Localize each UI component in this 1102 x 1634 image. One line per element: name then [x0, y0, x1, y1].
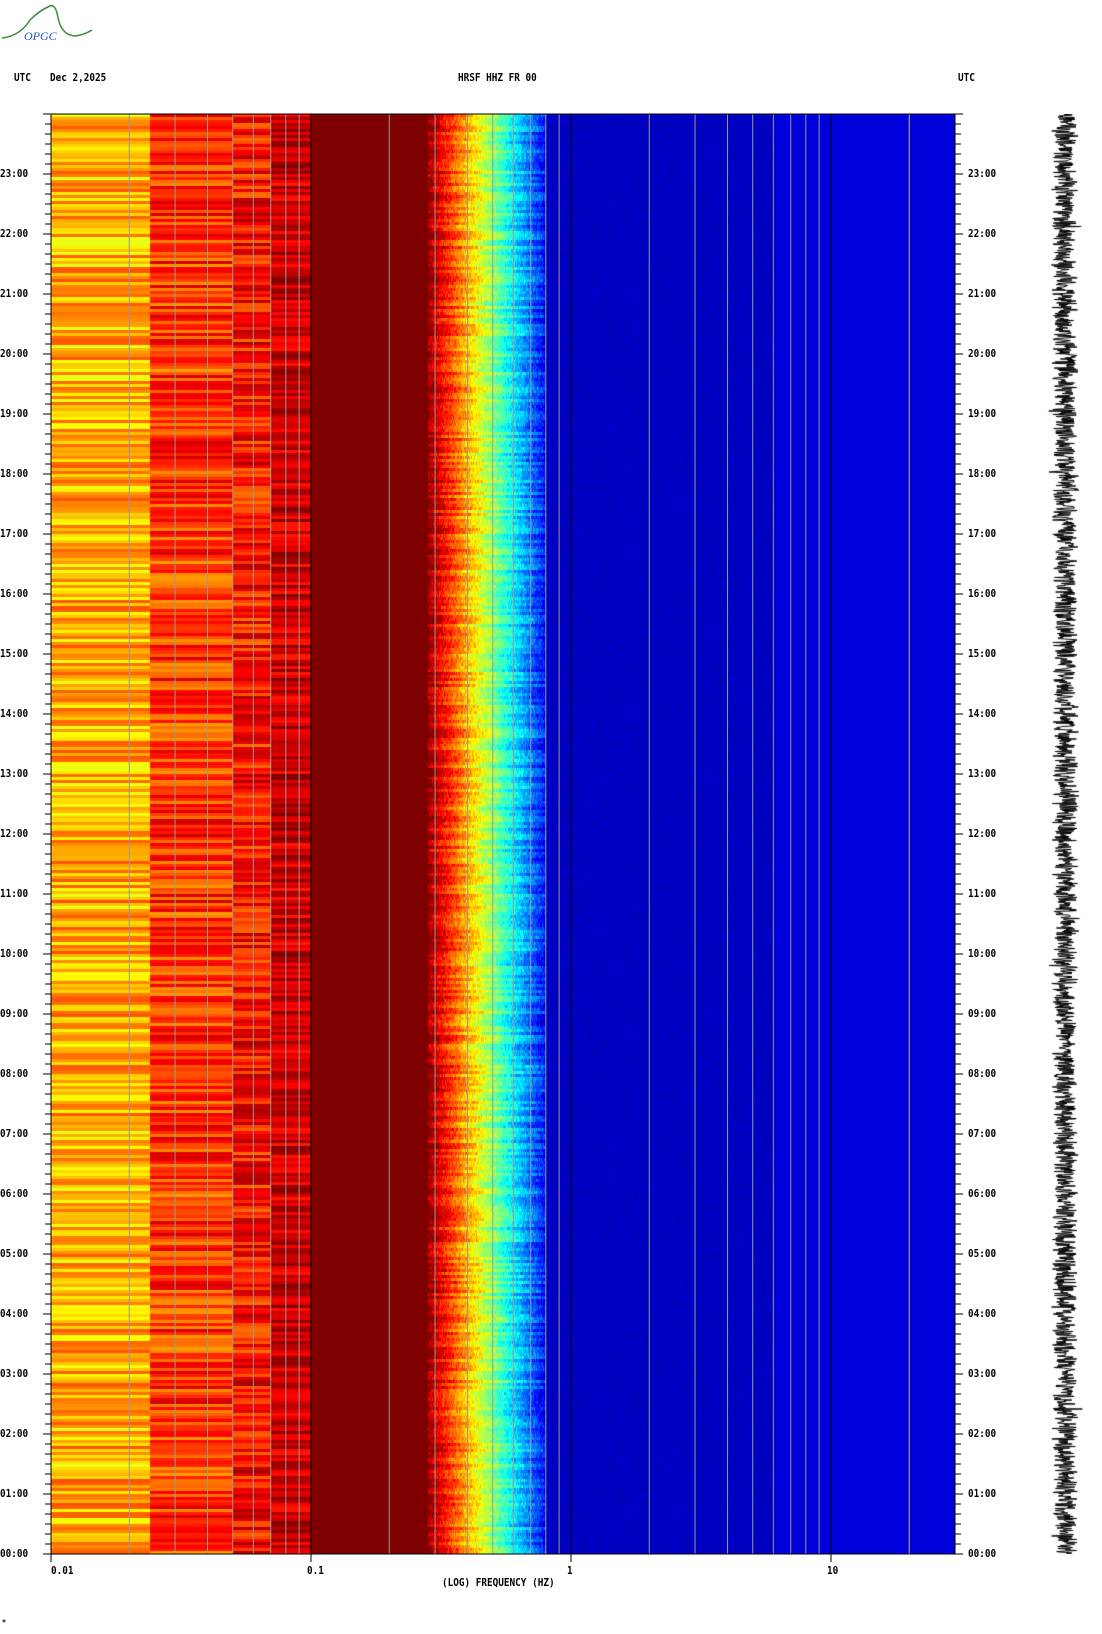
y-tick-label-right: 17:00	[968, 527, 996, 540]
y-tick-label-right: 07:00	[968, 1127, 996, 1140]
y-tick-label-right: 15:00	[968, 647, 996, 660]
y-tick-label-left: 01:00	[0, 1487, 28, 1500]
y-tick-label-left: 18:00	[0, 467, 28, 480]
y-tick-label-left: 00:00	[0, 1547, 28, 1560]
y-tick-label-left: 20:00	[0, 347, 28, 360]
y-tick-label-right: 23:00	[968, 167, 996, 180]
x-tick-label: 0.1	[307, 1564, 324, 1577]
x-tick-label: 1	[567, 1564, 573, 1577]
y-tick-label-right: 02:00	[968, 1427, 996, 1440]
y-tick-label-left: 23:00	[0, 167, 28, 180]
y-tick-label-right: 19:00	[968, 407, 996, 420]
y-tick-label-right: 10:00	[968, 947, 996, 960]
y-tick-label-right: 20:00	[968, 347, 996, 360]
y-tick-label-right: 05:00	[968, 1247, 996, 1260]
y-tick-label-right: 22:00	[968, 227, 996, 240]
y-tick-label-left: 03:00	[0, 1367, 28, 1380]
y-tick-label-left: 07:00	[0, 1127, 28, 1140]
y-tick-label-right: 00:00	[968, 1547, 996, 1560]
y-tick-label-right: 12:00	[968, 827, 996, 840]
y-tick-label-right: 06:00	[968, 1187, 996, 1200]
y-tick-label-right: 16:00	[968, 587, 996, 600]
y-tick-label-left: 06:00	[0, 1187, 28, 1200]
y-tick-label-right: 08:00	[968, 1067, 996, 1080]
y-tick-label-right: 14:00	[968, 707, 996, 720]
y-tick-label-left: 05:00	[0, 1247, 28, 1260]
y-tick-label-right: 21:00	[968, 287, 996, 300]
y-tick-label-right: 18:00	[968, 467, 996, 480]
y-tick-label-left: 22:00	[0, 227, 28, 240]
y-tick-label-right: 11:00	[968, 887, 996, 900]
footer-mark: *	[2, 1618, 6, 1627]
y-tick-label-right: 13:00	[968, 767, 996, 780]
y-tick-label-left: 19:00	[0, 407, 28, 420]
y-tick-label-right: 03:00	[968, 1367, 996, 1380]
x-tick-label: 10	[827, 1564, 838, 1577]
y-tick-label-left: 14:00	[0, 707, 28, 720]
y-tick-label-left: 17:00	[0, 527, 28, 540]
spectrogram-page: OPGC UTC Dec 2,2025 HRSF HHZ FR 00 UTC (…	[0, 0, 1102, 1634]
y-tick-label-right: 04:00	[968, 1307, 996, 1320]
y-tick-label-left: 21:00	[0, 287, 28, 300]
x-tick-label: 0.01	[51, 1564, 74, 1577]
x-axis-label: (LOG) FREQUENCY (HZ)	[442, 1576, 555, 1589]
y-tick-label-left: 13:00	[0, 767, 28, 780]
y-tick-label-right: 01:00	[968, 1487, 996, 1500]
y-tick-label-left: 15:00	[0, 647, 28, 660]
y-tick-label-left: 04:00	[0, 1307, 28, 1320]
y-tick-label-left: 02:00	[0, 1427, 28, 1440]
y-tick-label-left: 11:00	[0, 887, 28, 900]
y-tick-label-left: 10:00	[0, 947, 28, 960]
y-tick-label-left: 16:00	[0, 587, 28, 600]
y-tick-label-right: 09:00	[968, 1007, 996, 1020]
y-tick-label-left: 09:00	[0, 1007, 28, 1020]
chart-axes	[0, 0, 1102, 1634]
y-tick-label-left: 12:00	[0, 827, 28, 840]
y-tick-label-left: 08:00	[0, 1067, 28, 1080]
